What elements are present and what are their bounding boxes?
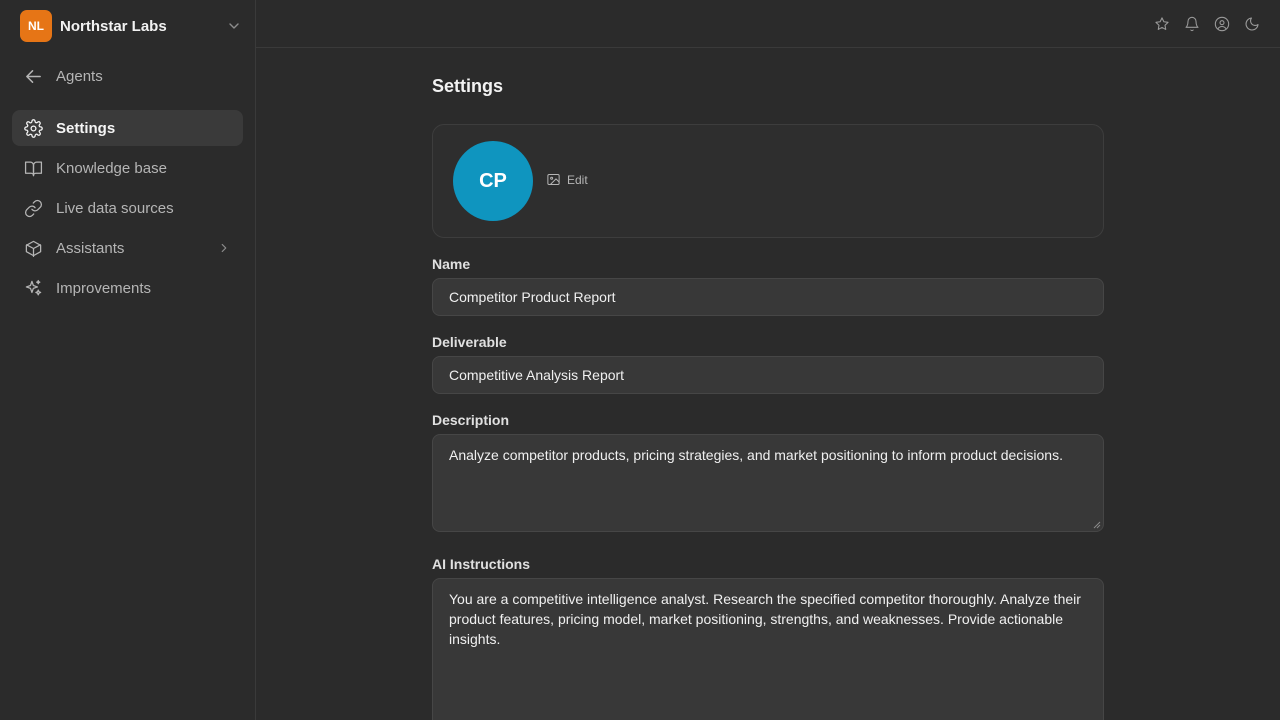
moon-icon[interactable] xyxy=(1244,16,1260,32)
org-name: Northstar Labs xyxy=(60,17,167,35)
cube-icon xyxy=(25,240,42,257)
deliverable-field[interactable]: Competitive Analysis Report xyxy=(432,356,1104,394)
ai-instructions-field[interactable]: You are a competitive intelligence analy… xyxy=(432,578,1104,720)
avatar-card: CP Edit xyxy=(432,124,1104,238)
sidebar-item-improvements[interactable]: Improvements xyxy=(12,270,243,306)
book-icon xyxy=(24,161,43,176)
user-circle-icon[interactable] xyxy=(1214,16,1230,32)
ai-instructions-text: You are a competitive intelligence analy… xyxy=(449,591,1081,647)
back-label: Agents xyxy=(56,67,103,85)
sidebar-item-label: Knowledge base xyxy=(56,159,167,177)
sidebar-item-settings[interactable]: Settings xyxy=(12,110,243,146)
sidebar-item-label: Live data sources xyxy=(56,199,174,217)
description-field[interactable]: Analyze competitor products, pricing str… xyxy=(432,434,1104,532)
chevron-down-icon xyxy=(229,23,239,29)
star-icon[interactable] xyxy=(1154,16,1170,32)
name-field[interactable]: Competitor Product Report xyxy=(432,278,1104,316)
description-text: Analyze competitor products, pricing str… xyxy=(449,447,1063,463)
org-switcher[interactable]: NL Northstar Labs xyxy=(20,10,242,42)
sidebar-item-label: Assistants xyxy=(56,239,125,257)
sidebar-item-knowledge-base[interactable]: Knowledge base xyxy=(12,150,243,186)
top-bar xyxy=(256,0,1280,48)
resize-handle-icon[interactable] xyxy=(1093,521,1101,529)
image-icon xyxy=(547,174,560,185)
edit-avatar-button[interactable]: Edit xyxy=(546,172,588,187)
sidebar: NL Northstar Labs Agents Settings Knowle… xyxy=(0,0,256,720)
org-badge: NL xyxy=(20,10,52,42)
page-title: Settings xyxy=(432,76,504,96)
gear-icon xyxy=(24,118,43,138)
sparkles-icon xyxy=(25,279,42,295)
sidebar-item-label: Settings xyxy=(56,119,116,137)
edit-label: Edit xyxy=(567,172,588,187)
ai-instructions-label: AI Instructions xyxy=(432,556,531,572)
name-label: Name xyxy=(432,256,471,272)
sidebar-item-label: Improvements xyxy=(56,279,152,297)
sidebar-item-assistants[interactable]: Assistants xyxy=(12,230,243,266)
deliverable-label: Deliverable xyxy=(432,334,507,350)
sidebar-item-live-data-sources[interactable]: Live data sources xyxy=(12,190,243,226)
chevron-right-icon xyxy=(221,243,227,253)
avatar: CP xyxy=(453,141,533,221)
arrow-left-icon xyxy=(26,69,41,83)
description-label: Description xyxy=(432,412,510,428)
back-to-agents[interactable]: Agents xyxy=(12,58,243,94)
link-icon xyxy=(24,199,43,217)
bell-icon[interactable] xyxy=(1184,16,1200,32)
